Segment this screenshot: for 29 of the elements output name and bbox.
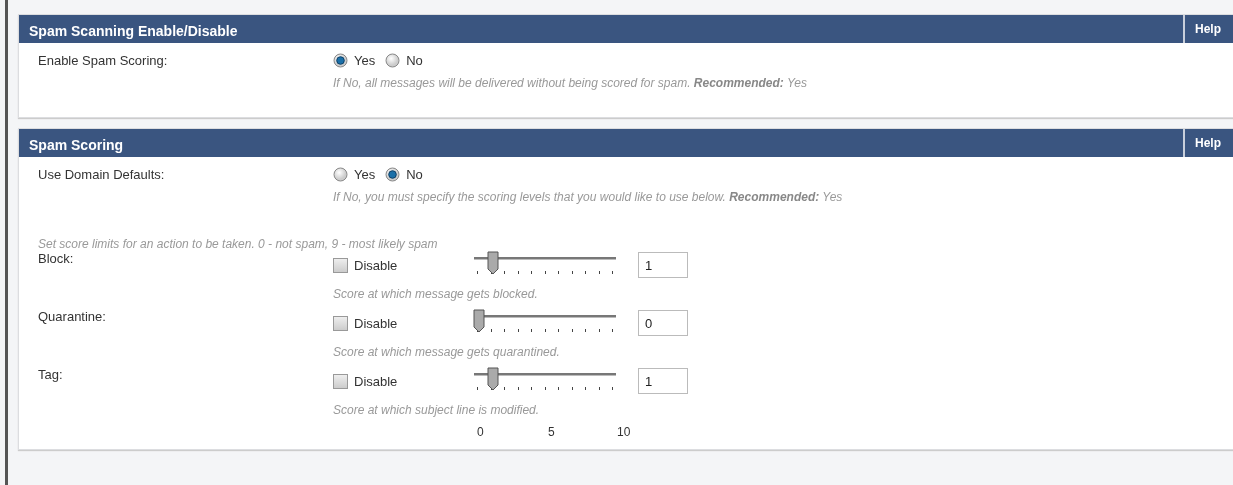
disable-checkbox[interactable]: Disable bbox=[333, 257, 474, 273]
hint-text: Score at which subject line is modified. bbox=[333, 403, 541, 417]
panel-title: Spam Scoring bbox=[28, 136, 125, 155]
slider-thumb[interactable] bbox=[487, 251, 500, 275]
score-input[interactable]: 1 bbox=[638, 368, 688, 394]
hint-text: If No, you must specify the scoring levels that you would like to use below. Recommended: Yes bbox=[333, 190, 844, 204]
field-label: Tag: bbox=[38, 367, 64, 384]
radio-option[interactable]: Yes bbox=[333, 53, 376, 68]
radio-option[interactable]: No bbox=[385, 167, 423, 182]
disable-checkbox[interactable]: Disable bbox=[333, 315, 474, 331]
scale-label: 5 bbox=[548, 425, 555, 439]
field-label: Use Domain Defaults: bbox=[38, 167, 166, 184]
radio-option[interactable]: No bbox=[385, 53, 423, 68]
scale-label: 0 bbox=[477, 425, 484, 439]
disable-checkbox[interactable]: Disable bbox=[333, 373, 474, 389]
score-input[interactable]: 0 bbox=[638, 310, 688, 336]
field-label: Quarantine: bbox=[38, 309, 107, 326]
hint-text: Score at which message gets quarantined. bbox=[333, 345, 561, 359]
field-label: Block: bbox=[38, 251, 75, 268]
hint-text: If No, all messages will be delivered without being scored for spam. Recommended: Yes bbox=[333, 76, 808, 90]
note-text: Set score limits for an action to be taken. 0 - not spam, 9 - most likely spam bbox=[38, 237, 439, 251]
hint-text: Score at which message gets blocked. bbox=[333, 287, 539, 301]
scale-label: 10 bbox=[617, 425, 631, 439]
field-label: Enable Spam Scoring: bbox=[38, 53, 169, 70]
radio-option[interactable]: Yes bbox=[333, 167, 376, 182]
slider-thumb[interactable] bbox=[487, 367, 500, 391]
panel-title: Spam Scanning Enable/Disable bbox=[28, 22, 239, 41]
slider-thumb[interactable] bbox=[473, 309, 485, 333]
score-input[interactable]: 1 bbox=[638, 252, 688, 278]
